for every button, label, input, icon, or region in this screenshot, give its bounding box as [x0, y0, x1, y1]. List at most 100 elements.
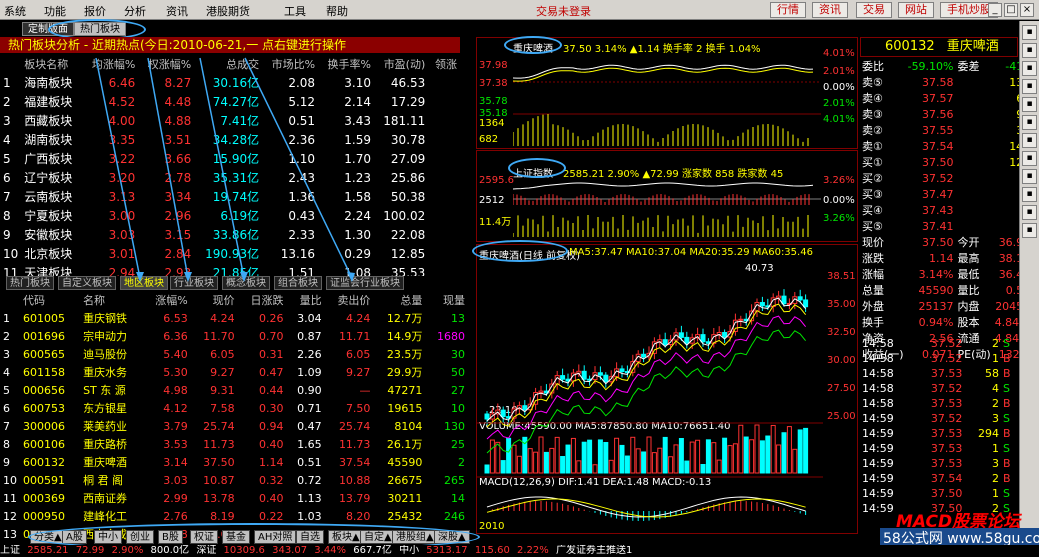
- price-line: [513, 64, 814, 79]
- stock-name: 建峰化工: [83, 510, 128, 523]
- bid-level[interactable]: 买②37.526: [860, 170, 1032, 186]
- volume-bar: [635, 448, 641, 474]
- stock-row[interactable]: 3 600565 迪马股份 5.40 6.05 0.31 2.26 6.05 23.5万 30: [0, 345, 468, 363]
- price: 4.24: [210, 311, 235, 325]
- stock-row[interactable]: 5 000656 ST 东 源 4.98 9.31 0.44 0.90 — 47271 27: [0, 381, 468, 399]
- volume-ratio: 0.51: [297, 455, 322, 469]
- col-total-volume[interactable]: 总量: [373, 290, 425, 309]
- toolbar-icon[interactable]: ▪: [1022, 79, 1037, 94]
- stock-row[interactable]: 10 000591 桐 君 阁 3.03 10.87 0.32 0.72 10.88 26675…: [0, 471, 468, 489]
- spacer: [956, 154, 993, 170]
- toolbar-icon[interactable]: ▪: [1022, 61, 1037, 76]
- candle-body: [738, 318, 744, 321]
- tick-time: 14:58: [862, 352, 894, 365]
- total-volume: 14.9万: [386, 330, 423, 343]
- col-change[interactable]: 涨幅%: [143, 290, 191, 309]
- volume-bar: [500, 460, 506, 474]
- stock-name: 莱美药业: [83, 420, 128, 433]
- stock-row[interactable]: 7 300006 莱美药业 3.79 25.74 0.94 0.47 25.74 8104 130: [0, 417, 468, 435]
- stock-row[interactable]: 4 601158 重庆水务 5.30 9.27 0.47 1.09 9.27 29.9万 50: [0, 363, 468, 381]
- total-volume: 45590: [387, 455, 423, 469]
- news-button[interactable]: 资讯: [812, 2, 848, 18]
- toolbar-icon[interactable]: ▪: [1022, 115, 1037, 130]
- tick-price: 37.50: [930, 487, 963, 500]
- maximize-button[interactable]: □: [1004, 3, 1018, 17]
- toolbar-icon[interactable]: ▪: [1022, 43, 1037, 58]
- toolbar-icon[interactable]: ▪: [1022, 97, 1037, 112]
- stock-row[interactable]: 6 600753 东方银星 4.12 7.58 0.30 0.71 7.50 19615 10: [0, 399, 468, 417]
- stock-row[interactable]: 8 600106 重庆路桥 3.53 11.73 0.40 1.65 11.73 26.1万 25: [0, 435, 468, 453]
- avg-line: [513, 67, 814, 82]
- tick-price: 37.52: [930, 382, 963, 395]
- col-volume-ratio[interactable]: 量比: [286, 290, 324, 309]
- stat-label: 总量: [862, 284, 884, 297]
- toolbar-icon[interactable]: ▪: [1022, 25, 1037, 40]
- bid-level[interactable]: 买③37.474: [860, 186, 1032, 202]
- toolbar-icon[interactable]: ▪: [1022, 205, 1037, 220]
- ask-price: 6.05: [345, 347, 371, 361]
- col-code[interactable]: 代码: [20, 290, 80, 309]
- website-button[interactable]: 网站: [898, 2, 934, 18]
- bid-level[interactable]: 买①37.50120: [860, 154, 1032, 170]
- level-label: 买③: [862, 188, 883, 201]
- trade-button[interactable]: 交易: [856, 2, 892, 18]
- stat-value: 1.14: [929, 251, 954, 265]
- ask-level[interactable]: 卖④37.5761: [860, 90, 1032, 106]
- volume-bar: [732, 443, 738, 474]
- tick-price: 37.53: [930, 442, 963, 455]
- row-index: 1: [3, 311, 10, 325]
- axis-label: 25.00: [827, 411, 856, 422]
- candle-body: [759, 302, 765, 307]
- candle-body: [603, 374, 609, 383]
- change-pct: 4.98: [163, 383, 188, 397]
- col-daily-change[interactable]: 日涨跌: [238, 290, 287, 309]
- change-pct: 3.53: [163, 437, 188, 451]
- price: 9.31: [210, 383, 235, 397]
- row-index: 10: [3, 473, 17, 487]
- login-status[interactable]: 交易未登录: [536, 3, 591, 19]
- ask-level[interactable]: 卖②37.5533: [860, 122, 1032, 138]
- toolbar-icon[interactable]: ▪: [1022, 169, 1037, 184]
- ask-level[interactable]: 卖③37.5693: [860, 106, 1032, 122]
- toolbar-icon[interactable]: ▪: [1022, 151, 1037, 166]
- close-button[interactable]: ×: [1020, 3, 1034, 17]
- col-ask[interactable]: 卖出价: [325, 290, 374, 309]
- tick-time: 14:59: [862, 472, 894, 485]
- col-price[interactable]: 现价: [191, 290, 238, 309]
- kline-chart[interactable]: 重庆啤酒(日线 前复权) MA5:37.47 MA10:37.04 MA20:3…: [476, 244, 858, 534]
- kline-plot: [477, 289, 823, 521]
- volume-bar: [743, 436, 749, 474]
- stock-row[interactable]: 2 001696 宗申动力 6.36 11.70 0.70 0.87 11.71 14.9万 16…: [0, 327, 468, 345]
- axis-label: 0.00%: [823, 195, 855, 206]
- annotation-arrows: [95, 57, 355, 282]
- candle-body: [522, 405, 528, 411]
- tick-price: 37.52: [930, 352, 963, 365]
- minimize-button[interactable]: _: [988, 3, 1002, 17]
- tick-volume: 2: [992, 397, 1000, 410]
- toolbar-icon[interactable]: ▪: [1022, 133, 1037, 148]
- order-book: 委比-59.10%委差-419卖⑤37.58131卖④37.5761卖③37.5…: [860, 58, 1030, 362]
- tick-row: 14:59 37.54 2 B: [860, 471, 1018, 486]
- row-index: 12: [3, 509, 17, 523]
- bid-level[interactable]: 买④37.435: [860, 202, 1032, 218]
- quote-button[interactable]: 行情: [770, 2, 806, 18]
- toolbar-icon[interactable]: ▪: [1022, 187, 1037, 202]
- col-current-volume[interactable]: 现量: [425, 290, 468, 309]
- sz-pct: 3.44%: [314, 545, 347, 556]
- volume-ratio: 1.13: [297, 491, 322, 505]
- toolbar-icon[interactable]: ▪: [1022, 223, 1037, 238]
- volume-bar: [527, 448, 533, 474]
- tick-time: 14:59: [862, 412, 894, 425]
- bid-level[interactable]: 买⑤37.414: [860, 218, 1032, 234]
- stock-row[interactable]: 1 601005 重庆钢铁 6.53 4.24 0.26 3.04 4.24 12.7万 13: [0, 309, 468, 327]
- stock-code: 000591: [23, 473, 65, 487]
- stock-row[interactable]: 11 000369 西南证券 2.99 13.78 0.40 1.13 13.79 30211 1…: [0, 489, 468, 507]
- col-name[interactable]: 名称: [80, 290, 143, 309]
- change-pct: 3.14: [163, 455, 188, 469]
- stock-row[interactable]: 9 600132 重庆啤酒 3.14 37.50 1.14 0.51 37.54 45590 2: [0, 453, 468, 471]
- ask-price: 10.88: [338, 473, 371, 487]
- tick-volume: 1: [992, 442, 1000, 455]
- tick-volume: 2: [992, 472, 1000, 485]
- ask-level[interactable]: 卖①37.54149: [860, 138, 1032, 154]
- ask-level[interactable]: 卖⑤37.58131: [860, 74, 1032, 90]
